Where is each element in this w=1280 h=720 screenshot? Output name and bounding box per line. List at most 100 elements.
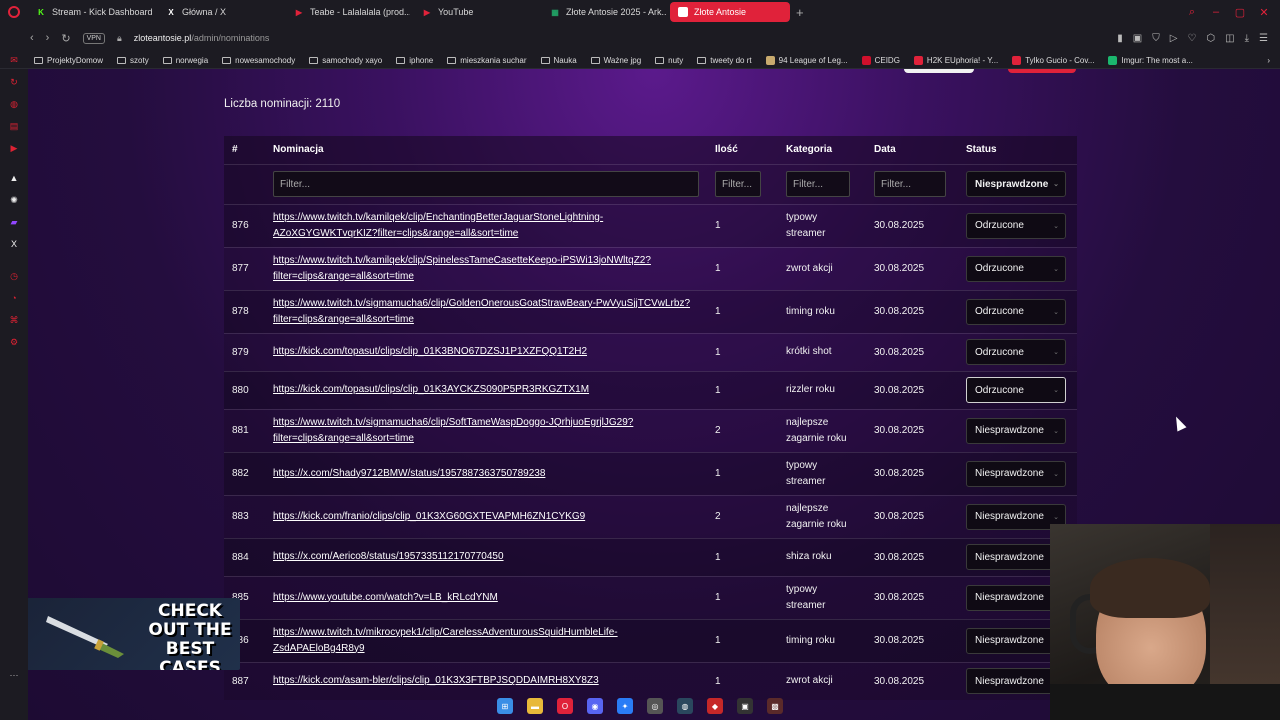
bookmark-item[interactable]: Tylko Gucio - Cov... — [1012, 55, 1094, 65]
nomination-link[interactable]: https://kick.com/franio/clips/clip_01K3X… — [273, 511, 585, 522]
top-red-button[interactable] — [1008, 69, 1076, 73]
bookmark-item[interactable]: Ważne jpg — [590, 56, 641, 65]
bookmark-item[interactable]: nuty — [655, 56, 683, 65]
game-icon[interactable]: ◆ — [707, 698, 723, 714]
url-field[interactable]: zloteantosie.pl/admin/nominations — [134, 33, 270, 43]
back-icon[interactable]: ‹ — [30, 32, 34, 44]
easy-setup-icon[interactable]: ☰ — [1259, 33, 1268, 44]
nomination-link[interactable]: https://www.twitch.tv/mikrocypek1/clip/C… — [273, 627, 618, 654]
browser-tab[interactable]: ▶ Teabe - Lalalalala (prod... — [286, 2, 410, 22]
bookmark-item[interactable]: Nauka — [540, 56, 577, 65]
arc-sidebar-icon[interactable]: ▲ — [8, 172, 20, 184]
bookmark-item[interactable]: H2K EUphoria! - Y... — [913, 55, 998, 65]
forward-icon[interactable]: › — [46, 32, 50, 44]
more-sidebar-icon[interactable]: ⋯ — [8, 669, 20, 681]
youtube-sidebar-icon[interactable]: ▶ — [8, 142, 20, 154]
nomination-link[interactable]: https://x.com/Shady9712BMW/status/195788… — [273, 468, 545, 479]
bookmarks-more-icon[interactable]: › — [1267, 56, 1280, 65]
top-light-button[interactable] — [904, 69, 974, 73]
messenger-icon[interactable]: ✦ — [617, 698, 633, 714]
discord-icon[interactable]: ◉ — [587, 698, 603, 714]
browser-tab[interactable]: X Główna / X — [158, 2, 282, 22]
nomination-filter-input[interactable]: Filter... — [273, 171, 699, 197]
nomination-link[interactable]: https://www.twitch.tv/sigmamucha6/clip/G… — [273, 298, 690, 325]
bookmark-item[interactable]: CEIDG — [861, 55, 900, 65]
chat-sidebar-icon[interactable]: ▤ — [8, 120, 20, 132]
nomination-link[interactable]: https://www.twitch.tv/kamilqek/clip/Spin… — [273, 255, 651, 282]
browser-tab[interactable]: K Stream - Kick Dashboard — [28, 2, 154, 22]
bookmark-item[interactable]: Imgur: The most a... — [1108, 55, 1193, 65]
messenger-sidebar-icon[interactable]: ✉ — [8, 54, 20, 66]
bookmark-item[interactable]: samochody xayo — [309, 56, 382, 65]
history-sidebar-icon[interactable]: ↻ — [8, 76, 20, 88]
wallet-icon[interactable]: ◫ — [1225, 33, 1234, 44]
minimize-icon[interactable]: – — [1210, 6, 1222, 18]
bookmark-item[interactable]: szoty — [117, 56, 149, 65]
col-header-qty[interactable]: Ilość — [707, 136, 778, 164]
player-icon[interactable]: ▷ — [1170, 33, 1178, 44]
col-header-date[interactable]: Data — [866, 136, 958, 164]
date-filter-input[interactable]: Filter... — [874, 171, 946, 197]
clock-sidebar-icon[interactable]: ◷ — [8, 270, 20, 282]
opera-gx-icon[interactable]: O — [557, 698, 573, 714]
nomination-link[interactable]: https://kick.com/topasut/clips/clip_01K3… — [273, 384, 589, 395]
col-header-nomination[interactable]: Nominacja — [265, 136, 707, 164]
windows-start-icon[interactable]: ⊞ — [497, 698, 513, 714]
bookmark-item[interactable]: norwegia — [162, 56, 208, 65]
sound-sidebar-icon[interactable]: ◔ — [8, 292, 20, 304]
bookmark-item[interactable]: nowesamochody — [222, 56, 295, 65]
app2-icon[interactable]: ▩ — [767, 698, 783, 714]
status-select[interactable]: Niesprawdzone ⌄ — [966, 460, 1066, 487]
status-select[interactable]: Odrzucone ⌄ — [966, 255, 1066, 282]
bookmark-item[interactable]: iphone — [396, 56, 433, 65]
status-select[interactable]: Niesprawdzone ⌄ — [966, 417, 1066, 444]
gamepad-sidebar-icon[interactable]: ⌘ — [8, 314, 20, 326]
col-header-status[interactable]: Status — [958, 136, 1077, 164]
bookmark-item[interactable]: tweety do rt — [697, 56, 752, 65]
snapshot-icon[interactable]: ▣ — [1133, 33, 1142, 44]
bookmark-item[interactable]: mieszkania suchar — [447, 56, 527, 65]
bookmark-item[interactable]: 94 League of Leg... — [765, 55, 848, 65]
gx-control-icon[interactable]: ◍ — [8, 98, 20, 110]
opera-menu-icon[interactable] — [0, 0, 28, 24]
extensions-icon[interactable]: ⬡ — [1206, 33, 1215, 44]
x-sidebar-icon[interactable]: X — [8, 238, 20, 250]
bookmark-icon[interactable]: ▮ — [1117, 33, 1123, 44]
maximize-icon[interactable]: ▢ — [1234, 6, 1246, 19]
col-header-num[interactable]: # — [224, 136, 265, 164]
settings-sidebar-icon[interactable]: ⚙ — [8, 336, 20, 348]
nomination-link[interactable]: https://www.youtube.com/watch?v=LB_kRLcd… — [273, 592, 498, 603]
browser-tab[interactable]: ▶ YouTube — [414, 2, 538, 22]
browser-tab[interactable]: ◆ Złote Antosie — [670, 2, 790, 22]
status-filter-select[interactable]: Niesprawdzone ⌄ — [966, 171, 1066, 197]
category-filter-input[interactable]: Filter... — [786, 171, 850, 197]
status-select[interactable]: Odrzucone ⌄ — [966, 298, 1066, 325]
col-header-category[interactable]: Kategoria — [778, 136, 866, 164]
obs-icon[interactable]: ◎ — [647, 698, 663, 714]
status-select[interactable]: Odrzucone ⌄ — [966, 377, 1066, 403]
nomination-link[interactable]: https://www.twitch.tv/sigmamucha6/clip/S… — [273, 417, 633, 444]
bookmark-item[interactable]: ProjektyDomow — [34, 56, 103, 65]
file-explorer-icon[interactable]: ▬ — [527, 698, 543, 714]
nomination-link[interactable]: https://kick.com/topasut/clips/clip_01K3… — [273, 346, 587, 357]
reload-icon[interactable]: ↻ — [61, 32, 70, 45]
shield-icon[interactable]: ⛉ — [1152, 33, 1160, 44]
download-icon[interactable]: ⤓ — [1245, 33, 1249, 44]
steam-icon[interactable]: ◍ — [677, 698, 693, 714]
new-tab-button[interactable]: + — [790, 5, 810, 20]
status-select[interactable]: Odrzucone ⌄ — [966, 212, 1066, 239]
nomination-link[interactable]: https://www.twitch.tv/kamilqek/clip/Ench… — [273, 212, 603, 239]
app-icon[interactable]: ▣ — [737, 698, 753, 714]
status-select[interactable]: Odrzucone ⌄ — [966, 339, 1066, 365]
close-icon[interactable]: ✕ — [1258, 6, 1270, 19]
heart-icon[interactable]: ♡ — [1187, 33, 1196, 44]
chatgpt-sidebar-icon[interactable]: ✺ — [8, 194, 20, 206]
twitch-sidebar-icon[interactable]: ▰ — [8, 216, 20, 228]
qty-filter-input[interactable]: Filter... — [715, 171, 761, 197]
vpn-badge[interactable]: VPN — [82, 32, 105, 44]
search-icon[interactable]: ⌕ — [1186, 6, 1198, 18]
cases-ad-overlay[interactable]: CHECK OUT THE BEST CASES — [28, 598, 240, 670]
browser-tab[interactable]: ▦ Złote Antosie 2025 - Ark... — [542, 2, 666, 22]
nomination-link[interactable]: https://kick.com/asam-bler/clips/clip_01… — [273, 675, 599, 686]
nomination-link[interactable]: https://x.com/Aerico8/status/19573351121… — [273, 551, 504, 562]
